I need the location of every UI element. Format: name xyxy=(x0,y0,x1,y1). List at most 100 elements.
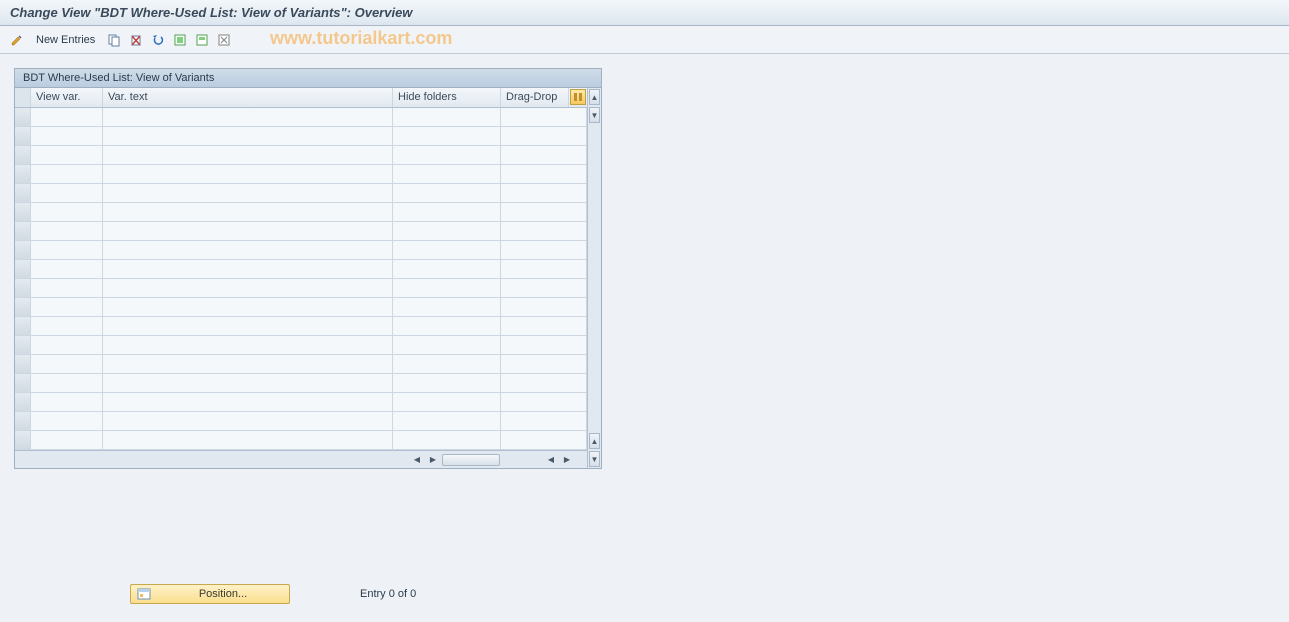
cell-drag-drop[interactable] xyxy=(501,374,587,392)
cell-view-var[interactable] xyxy=(31,184,103,202)
cell-hide-folders[interactable] xyxy=(393,279,501,297)
column-header-hide-folders[interactable]: Hide folders xyxy=(393,88,501,107)
cell-drag-drop[interactable] xyxy=(501,393,587,411)
table-row[interactable] xyxy=(15,108,587,127)
cell-view-var[interactable] xyxy=(31,393,103,411)
row-selector[interactable] xyxy=(15,317,31,335)
cell-hide-folders[interactable] xyxy=(393,241,501,259)
cell-hide-folders[interactable] xyxy=(393,412,501,430)
cell-drag-drop[interactable] xyxy=(501,298,587,316)
select-all-icon[interactable] xyxy=(171,31,189,49)
table-row[interactable] xyxy=(15,374,587,393)
cell-view-var[interactable] xyxy=(31,374,103,392)
table-row[interactable] xyxy=(15,412,587,431)
cell-var-text[interactable] xyxy=(103,165,393,183)
cell-hide-folders[interactable] xyxy=(393,317,501,335)
column-header-view-var[interactable]: View var. xyxy=(31,88,103,107)
row-selector[interactable] xyxy=(15,393,31,411)
cell-drag-drop[interactable] xyxy=(501,336,587,354)
cell-view-var[interactable] xyxy=(31,260,103,278)
vscroll-down2-icon[interactable]: ▼ xyxy=(589,451,600,467)
hscroll-right2-icon[interactable]: ▶ xyxy=(560,453,574,467)
table-row[interactable] xyxy=(15,355,587,374)
table-row[interactable] xyxy=(15,203,587,222)
table-row[interactable] xyxy=(15,184,587,203)
cell-hide-folders[interactable] xyxy=(393,203,501,221)
row-selector[interactable] xyxy=(15,260,31,278)
cell-drag-drop[interactable] xyxy=(501,431,587,449)
deselect-all-icon[interactable] xyxy=(215,31,233,49)
cell-view-var[interactable] xyxy=(31,127,103,145)
cell-drag-drop[interactable] xyxy=(501,108,587,126)
hscroll-right-icon[interactable]: ▶ xyxy=(426,453,440,467)
table-row[interactable] xyxy=(15,127,587,146)
cell-var-text[interactable] xyxy=(103,222,393,240)
toggle-change-icon[interactable] xyxy=(8,31,26,49)
cell-hide-folders[interactable] xyxy=(393,108,501,126)
cell-drag-drop[interactable] xyxy=(501,203,587,221)
configure-columns-icon[interactable] xyxy=(570,89,586,105)
hscroll-thumb[interactable] xyxy=(442,454,500,466)
cell-var-text[interactable] xyxy=(103,374,393,392)
column-header-drag-drop[interactable]: Drag-Drop xyxy=(501,88,569,107)
row-selector[interactable] xyxy=(15,146,31,164)
cell-drag-drop[interactable] xyxy=(501,241,587,259)
row-selector[interactable] xyxy=(15,298,31,316)
hscroll-left-icon[interactable]: ◀ xyxy=(410,453,424,467)
cell-view-var[interactable] xyxy=(31,412,103,430)
row-selector[interactable] xyxy=(15,108,31,126)
column-header-var-text[interactable]: Var. text xyxy=(103,88,393,107)
cell-drag-drop[interactable] xyxy=(501,165,587,183)
new-entries-button[interactable]: New Entries xyxy=(30,32,101,48)
cell-var-text[interactable] xyxy=(103,184,393,202)
table-row[interactable] xyxy=(15,165,587,184)
cell-var-text[interactable] xyxy=(103,241,393,259)
row-selector[interactable] xyxy=(15,127,31,145)
row-selector[interactable] xyxy=(15,412,31,430)
cell-view-var[interactable] xyxy=(31,431,103,449)
cell-view-var[interactable] xyxy=(31,279,103,297)
cell-drag-drop[interactable] xyxy=(501,184,587,202)
cell-hide-folders[interactable] xyxy=(393,146,501,164)
cell-hide-folders[interactable] xyxy=(393,260,501,278)
cell-view-var[interactable] xyxy=(31,146,103,164)
cell-hide-folders[interactable] xyxy=(393,336,501,354)
row-selector[interactable] xyxy=(15,336,31,354)
position-button[interactable]: Position... xyxy=(130,584,290,604)
vscroll-track[interactable] xyxy=(588,124,601,432)
select-block-icon[interactable] xyxy=(193,31,211,49)
cell-var-text[interactable] xyxy=(103,317,393,335)
cell-var-text[interactable] xyxy=(103,412,393,430)
cell-var-text[interactable] xyxy=(103,336,393,354)
row-selector[interactable] xyxy=(15,203,31,221)
table-row[interactable] xyxy=(15,241,587,260)
cell-var-text[interactable] xyxy=(103,146,393,164)
row-selector-header[interactable] xyxy=(15,88,31,107)
cell-view-var[interactable] xyxy=(31,108,103,126)
cell-drag-drop[interactable] xyxy=(501,355,587,373)
row-selector[interactable] xyxy=(15,279,31,297)
table-row[interactable] xyxy=(15,298,587,317)
cell-hide-folders[interactable] xyxy=(393,298,501,316)
cell-drag-drop[interactable] xyxy=(501,317,587,335)
cell-hide-folders[interactable] xyxy=(393,127,501,145)
row-selector[interactable] xyxy=(15,431,31,449)
cell-drag-drop[interactable] xyxy=(501,127,587,145)
cell-var-text[interactable] xyxy=(103,203,393,221)
row-selector[interactable] xyxy=(15,355,31,373)
cell-var-text[interactable] xyxy=(103,108,393,126)
hscroll-left2-icon[interactable]: ◀ xyxy=(544,453,558,467)
vscroll-up-icon[interactable]: ▲ xyxy=(589,89,600,105)
cell-view-var[interactable] xyxy=(31,355,103,373)
cell-var-text[interactable] xyxy=(103,279,393,297)
cell-drag-drop[interactable] xyxy=(501,279,587,297)
table-row[interactable] xyxy=(15,260,587,279)
cell-drag-drop[interactable] xyxy=(501,146,587,164)
table-row[interactable] xyxy=(15,393,587,412)
table-row[interactable] xyxy=(15,279,587,298)
cell-hide-folders[interactable] xyxy=(393,184,501,202)
row-selector[interactable] xyxy=(15,374,31,392)
cell-hide-folders[interactable] xyxy=(393,165,501,183)
copy-icon[interactable] xyxy=(105,31,123,49)
cell-var-text[interactable] xyxy=(103,355,393,373)
